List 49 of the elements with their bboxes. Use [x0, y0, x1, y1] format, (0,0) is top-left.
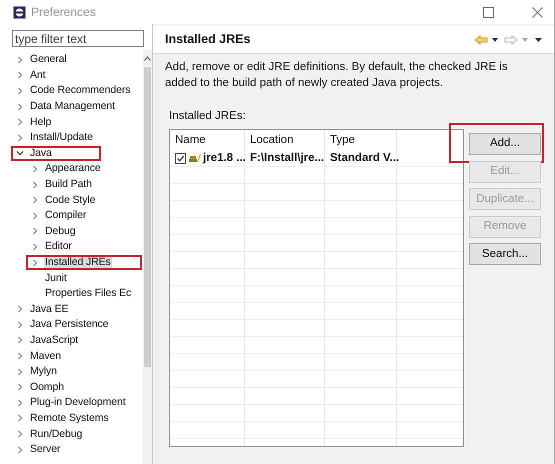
tree-item[interactable]: Data Management [29, 100, 116, 114]
column-header[interactable]: Location [250, 132, 294, 149]
tree-item[interactable]: Appearance [44, 162, 102, 176]
window-title: Preferences [31, 4, 96, 21]
tree-item[interactable]: Help [29, 116, 52, 129]
app-icon [13, 6, 26, 18]
table-label: Installed JREs: [169, 109, 246, 124]
tree-item[interactable]: Junit [44, 272, 68, 285]
jre-library-icon [189, 153, 201, 164]
tree-item[interactable]: General [29, 53, 68, 66]
tree-item[interactable]: Code Recommenders [29, 84, 132, 98]
scrollbar-thumb[interactable] [144, 67, 151, 367]
tree-item[interactable]: JavaScript [29, 334, 80, 347]
table-cell-text: Standard V... [330, 150, 400, 166]
checkbox[interactable] [175, 152, 186, 164]
view-menu-icon[interactable] [535, 38, 542, 42]
dropdown-icon[interactable] [492, 38, 498, 42]
tree-item[interactable]: Code Style [44, 194, 96, 207]
tree-item[interactable]: Java Persistence [29, 318, 110, 332]
tree-item[interactable]: Install/Update [29, 131, 94, 144]
page-description: Add, remove or edit JRE definitions. By default, the checked JRE is added to the build path of newly created Java projects. [164, 60, 509, 91]
maximize-icon[interactable] [483, 6, 494, 18]
close-icon[interactable] [532, 6, 543, 18]
tree-item[interactable]: Java EE [29, 302, 70, 316]
page-title: Installed JREs [165, 31, 250, 48]
tree-item[interactable]: Debug [44, 224, 76, 238]
scrollbar[interactable] [143, 50, 152, 464]
dialog-button[interactable]: Search... [469, 243, 541, 266]
table-cell-text: jre1.8 ... [203, 150, 246, 166]
tree-item[interactable]: Editor [44, 240, 73, 254]
tree-item[interactable]: Ant [29, 68, 46, 82]
dialog-button[interactable]: Add... [469, 132, 541, 155]
tree-item[interactable]: Compiler [44, 209, 88, 222]
tree-item[interactable]: Server [29, 443, 62, 456]
table-cell-text: F:\Install\jre... [250, 150, 324, 166]
column-header[interactable]: Type [330, 132, 355, 149]
scroll-up-icon[interactable] [144, 56, 151, 61]
tree-item[interactable]: Mylyn [29, 365, 58, 378]
forward-arrow-icon[interactable] [504, 34, 518, 44]
tree-item[interactable]: Properties Files Ec [44, 287, 132, 300]
tree-item[interactable]: Build Path [44, 178, 93, 192]
tree-item[interactable]: Oomph [29, 380, 65, 394]
filter-field[interactable]: type filter text [12, 30, 144, 47]
tree-item[interactable]: Maven [29, 350, 62, 363]
tree-item[interactable]: Remote Systems [29, 412, 110, 425]
tree-item[interactable]: Plug-in Development [29, 396, 127, 410]
tree-item[interactable]: Java [29, 146, 53, 160]
column-header[interactable]: Name [175, 132, 206, 149]
tree-item[interactable]: Run/Debug [29, 428, 84, 441]
